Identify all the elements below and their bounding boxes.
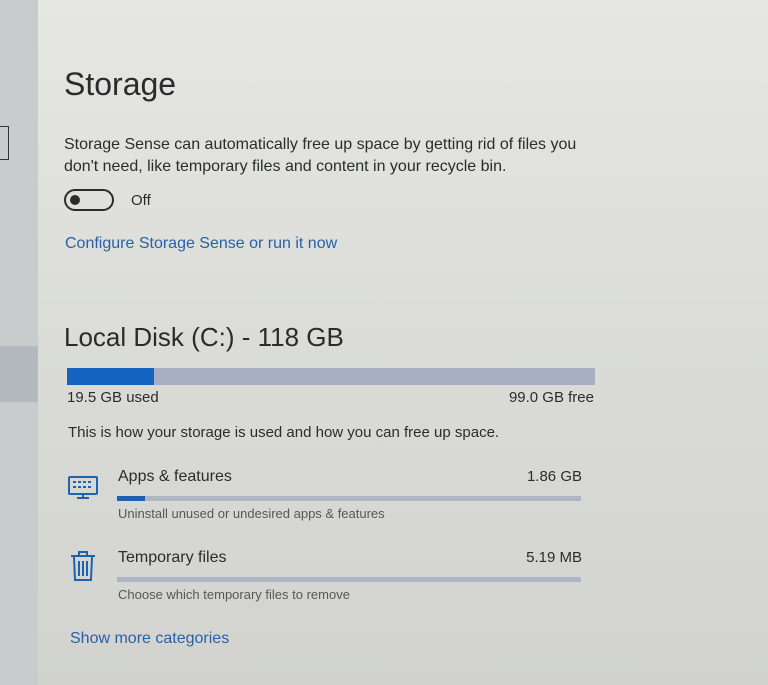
disk-usage-bar-fill	[67, 368, 155, 385]
configure-storage-sense-link[interactable]: Configure Storage Sense or run it now	[65, 235, 337, 253]
category-usage-bar	[117, 577, 581, 582]
page-title: Storage	[64, 66, 177, 102]
disk-free-label: 99.0 GB free	[508, 389, 594, 406]
category-subtitle: Choose which temporary files to remove	[118, 587, 350, 602]
monitor-icon	[66, 468, 100, 502]
settings-sidebar	[0, 0, 38, 685]
category-usage-bar-fill	[117, 496, 145, 501]
category-name: Temporary files	[118, 549, 227, 566]
category-apps-features[interactable]: Apps & features 1.86 GB Uninstall unused…	[66, 468, 582, 528]
category-temporary-files[interactable]: Temporary files 5.19 MB Choose which tem…	[66, 549, 582, 609]
storage-sense-description: Storage Sense can automatically free up …	[64, 136, 577, 175]
category-usage-bar	[117, 496, 581, 501]
category-name: Apps & features	[118, 468, 232, 485]
category-size: 1.86 GB	[526, 468, 582, 485]
sidebar-search-box[interactable]	[0, 126, 9, 160]
category-subtitle: Uninstall unused or undesired apps & fea…	[118, 506, 385, 521]
disk-title: Local Disk (C:) - 118 GB	[64, 322, 344, 352]
category-size: 5.19 MB	[526, 549, 582, 566]
usage-description: This is how your storage is used and how…	[68, 424, 500, 441]
disk-usage-bar	[67, 368, 595, 385]
disk-used-label: 19.5 GB used	[67, 389, 159, 406]
sidebar-item-storage-selected[interactable]	[0, 346, 38, 402]
trash-icon	[66, 549, 100, 583]
storage-sense-toggle-state: Off	[131, 192, 151, 209]
show-more-categories-link[interactable]: Show more categories	[70, 630, 229, 648]
storage-sense-toggle[interactable]	[64, 189, 114, 211]
toggle-knob	[70, 195, 80, 205]
